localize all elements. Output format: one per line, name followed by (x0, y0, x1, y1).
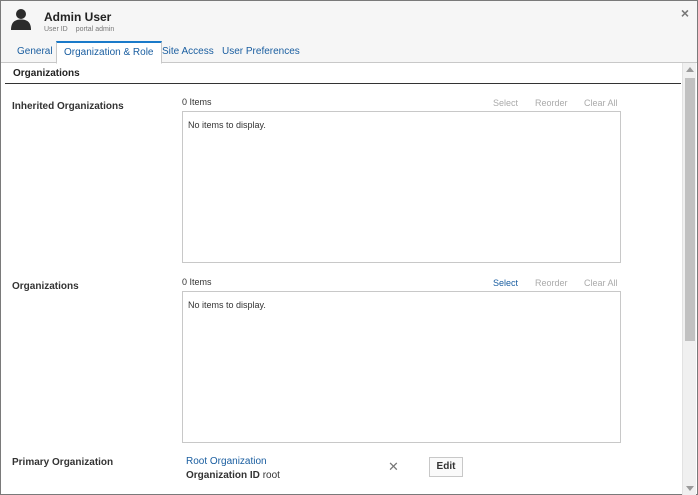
tab-user-preferences[interactable]: User Preferences (222, 41, 300, 63)
scroll-up-arrow-icon[interactable] (686, 67, 694, 72)
user-dialog: Admin User User ID portal admin × General… (0, 0, 698, 495)
section-title: Organizations (13, 68, 80, 79)
tab-site-access[interactable]: Site Access (162, 41, 214, 63)
primary-organization-label: Primary Organization (12, 457, 114, 468)
organization-id-label: Organization ID (186, 470, 260, 481)
close-icon[interactable]: × (681, 6, 689, 20)
organizations-list[interactable]: No items to display. (182, 291, 621, 443)
vertical-scrollbar[interactable] (682, 63, 696, 495)
organizations-label: Organizations (12, 281, 79, 292)
organizations-reorder-link: Reorder (535, 278, 568, 288)
organizations-select-link[interactable]: Select (493, 278, 518, 288)
inherited-organizations-label: Inherited Organizations (12, 101, 124, 112)
primary-organization-link[interactable]: Root Organization (186, 456, 267, 467)
dialog-header: Admin User User ID portal admin × (1, 1, 697, 41)
section-divider (5, 83, 681, 84)
inherited-select-link: Select (493, 98, 519, 108)
organizations-empty-message: No items to display. (188, 300, 266, 310)
inherited-empty-message: No items to display. (188, 120, 266, 130)
inherited-items-count: 0 Items (182, 97, 212, 107)
user-icon (11, 8, 31, 30)
organization-id-value: root (262, 470, 280, 481)
scroll-down-arrow-icon[interactable] (686, 486, 694, 491)
inherited-organizations-list[interactable]: No items to display. (182, 111, 621, 263)
tab-organization-role[interactable]: Organization & Role (56, 41, 162, 64)
user-id-value: portal admin (75, 26, 115, 33)
tab-content: Organizations Inherited Organizations 0 … (1, 63, 683, 495)
inherited-clear-all-link: Clear All (584, 98, 618, 108)
user-id-label: User ID (44, 26, 68, 33)
organizations-items-count: 0 Items (182, 277, 212, 287)
user-name: Admin User (44, 10, 112, 24)
organizations-clear-all-link: Clear All (584, 278, 618, 288)
scrollbar-thumb[interactable] (685, 78, 695, 341)
tab-general[interactable]: General (17, 41, 53, 63)
edit-primary-organization-button[interactable]: Edit (429, 457, 463, 477)
remove-primary-organization-icon[interactable]: ✕ (388, 460, 399, 473)
primary-organization-id: Organization ID root (186, 470, 280, 481)
tab-bar: General Organization & Role Site Access … (1, 41, 697, 64)
user-id-line: User ID portal admin (44, 26, 114, 33)
inherited-reorder-link: Reorder (535, 98, 568, 108)
